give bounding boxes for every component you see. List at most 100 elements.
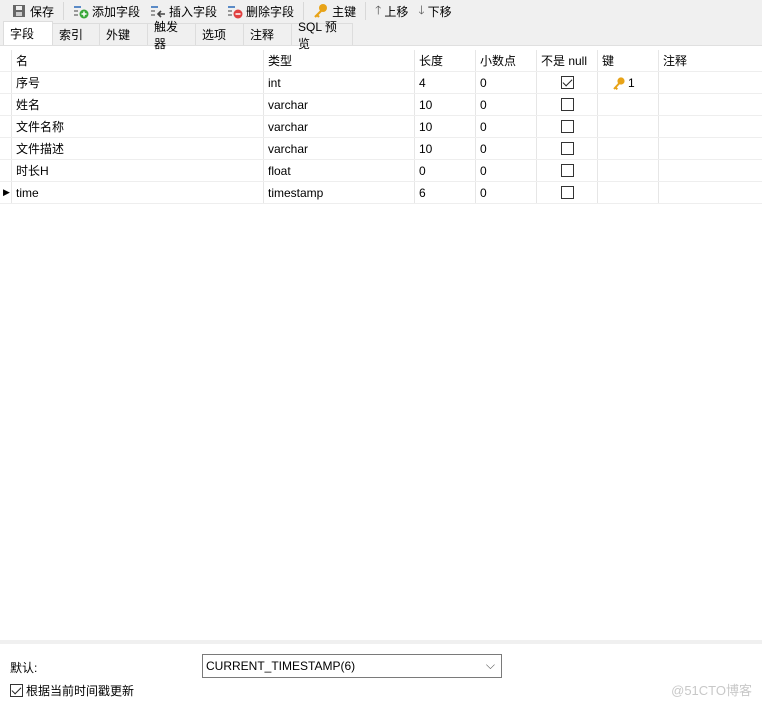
field-length-cell[interactable]: 0 (415, 160, 476, 181)
move-up-button[interactable]: 🡑 上移 (370, 1, 413, 21)
not-null-cell[interactable] (537, 138, 598, 159)
not-null-cell[interactable] (537, 182, 598, 203)
row-indicator (0, 72, 12, 93)
not-null-cell[interactable] (537, 72, 598, 93)
field-length-cell[interactable]: 10 (415, 138, 476, 159)
field-decimal-cell[interactable]: 0 (476, 72, 537, 93)
column-header-type[interactable]: 类型 (264, 50, 415, 71)
key-icon (313, 3, 329, 19)
field-length-cell[interactable]: 10 (415, 116, 476, 137)
save-button[interactable]: 保存 (6, 1, 59, 21)
field-type-cell[interactable]: varchar (264, 116, 415, 137)
not-null-checkbox[interactable] (560, 164, 574, 177)
checkbox-icon (10, 684, 23, 697)
key-cell[interactable] (598, 182, 659, 203)
row-indicator: ▶ (0, 182, 12, 203)
key-cell[interactable] (598, 160, 659, 181)
delete-field-icon (227, 3, 243, 19)
not-null-checkbox[interactable] (560, 76, 574, 89)
move-down-button[interactable]: 🡓 下移 (413, 1, 456, 21)
tab-sql-preview[interactable]: SQL 预览 (292, 20, 353, 51)
row-indicator (0, 116, 12, 137)
field-type-cell[interactable]: varchar (264, 94, 415, 115)
field-length-cell[interactable]: 10 (415, 94, 476, 115)
field-type-cell[interactable]: varchar (264, 138, 415, 159)
tab-indexes[interactable]: 索引 (53, 23, 100, 45)
key-cell[interactable]: 1 (598, 72, 659, 93)
key-icon (613, 76, 625, 90)
field-comment-cell[interactable] (659, 182, 762, 203)
tab-fields[interactable]: 字段 (3, 21, 53, 45)
row-indicator (0, 94, 12, 115)
delete-field-button[interactable]: 删除字段 (222, 1, 299, 21)
tab-comment[interactable]: 注释 (244, 23, 292, 45)
table-row[interactable]: ▶ time timestamp 6 0 (0, 182, 762, 204)
tab-bar: 字段 索引 外键 触发器 选项 注释 SQL 预览 (0, 20, 762, 51)
field-decimal-cell[interactable]: 0 (476, 116, 537, 137)
field-type-cell[interactable]: int (264, 72, 415, 93)
field-length-cell[interactable]: 4 (415, 72, 476, 93)
field-properties-panel: 默认: CURRENT_TIMESTAMP(6) ⌵ 根据当前时间戳更新 @51C… (0, 640, 762, 702)
current-row-arrow-icon: ▶ (3, 187, 10, 197)
field-decimal-cell[interactable]: 0 (476, 182, 537, 203)
divider (63, 2, 65, 20)
tab-foreign-keys[interactable]: 外键 (100, 23, 148, 45)
not-null-cell[interactable] (537, 116, 598, 137)
field-comment-cell[interactable] (659, 72, 762, 93)
table-header: 名 类型 长度 小数点 不是 null 键 注释 (0, 50, 762, 72)
field-comment-cell[interactable] (659, 160, 762, 181)
field-name-cell[interactable]: 文件名称 (12, 116, 264, 137)
field-decimal-cell[interactable]: 0 (476, 138, 537, 159)
column-header-not-null[interactable]: 不是 null (537, 50, 598, 71)
table-row[interactable]: 序号 int 4 0 1 (0, 72, 762, 94)
row-indicator (0, 160, 12, 181)
column-header-decimal[interactable]: 小数点 (476, 50, 537, 71)
field-decimal-cell[interactable]: 0 (476, 160, 537, 181)
row-indicator (0, 138, 12, 159)
field-name-cell[interactable]: 序号 (12, 72, 264, 93)
column-header-key[interactable]: 键 (598, 50, 659, 71)
default-value-select[interactable]: CURRENT_TIMESTAMP(6) ⌵ (202, 654, 502, 678)
not-null-checkbox[interactable] (560, 142, 574, 155)
not-null-cell[interactable] (537, 160, 598, 181)
field-type-cell[interactable]: timestamp (264, 182, 415, 203)
field-name-cell[interactable]: time (12, 182, 264, 203)
column-header-length[interactable]: 长度 (415, 50, 476, 71)
toolbar: 保存 添加字段 插入字段 删除字段 主键 🡑 上移 🡓 下移 (0, 0, 762, 22)
field-decimal-cell[interactable]: 0 (476, 94, 537, 115)
not-null-checkbox[interactable] (560, 120, 574, 133)
field-name-cell[interactable]: 姓名 (12, 94, 264, 115)
tab-triggers[interactable]: 触发器 (148, 20, 196, 51)
table-row[interactable]: 文件名称 varchar 10 0 (0, 116, 762, 138)
insert-field-icon (150, 3, 166, 19)
field-type-cell[interactable]: float (264, 160, 415, 181)
key-cell[interactable] (598, 116, 659, 137)
add-field-icon (73, 3, 89, 19)
column-header-comment[interactable]: 注释 (659, 50, 762, 71)
table-row[interactable]: 姓名 varchar 10 0 (0, 94, 762, 116)
save-icon (11, 3, 27, 19)
arrow-down-icon: 🡓 (418, 2, 425, 17)
field-comment-cell[interactable] (659, 138, 762, 159)
divider (365, 2, 367, 20)
arrow-up-icon: 🡑 (375, 2, 382, 17)
tab-options[interactable]: 选项 (196, 23, 244, 45)
fields-table: 名 类型 长度 小数点 不是 null 键 注释 序号 int 4 0 1 姓名… (0, 50, 762, 204)
key-cell[interactable] (598, 138, 659, 159)
field-name-cell[interactable]: 时长H (12, 160, 264, 181)
not-null-checkbox[interactable] (560, 186, 574, 199)
column-header-name[interactable]: 名 (12, 50, 264, 71)
table-row[interactable]: 文件描述 varchar 10 0 (0, 138, 762, 160)
key-cell[interactable] (598, 94, 659, 115)
add-field-button[interactable]: 添加字段 (68, 1, 145, 21)
not-null-checkbox[interactable] (560, 98, 574, 111)
watermark: @51CTO博客 (671, 683, 752, 698)
table-row[interactable]: 时长H float 0 0 (0, 160, 762, 182)
field-comment-cell[interactable] (659, 94, 762, 115)
update-on-timestamp-checkbox[interactable]: 根据当前时间戳更新 (10, 682, 134, 699)
chevron-down-icon: ⌵ (485, 658, 495, 672)
field-comment-cell[interactable] (659, 116, 762, 137)
not-null-cell[interactable] (537, 94, 598, 115)
field-name-cell[interactable]: 文件描述 (12, 138, 264, 159)
field-length-cell[interactable]: 6 (415, 182, 476, 203)
